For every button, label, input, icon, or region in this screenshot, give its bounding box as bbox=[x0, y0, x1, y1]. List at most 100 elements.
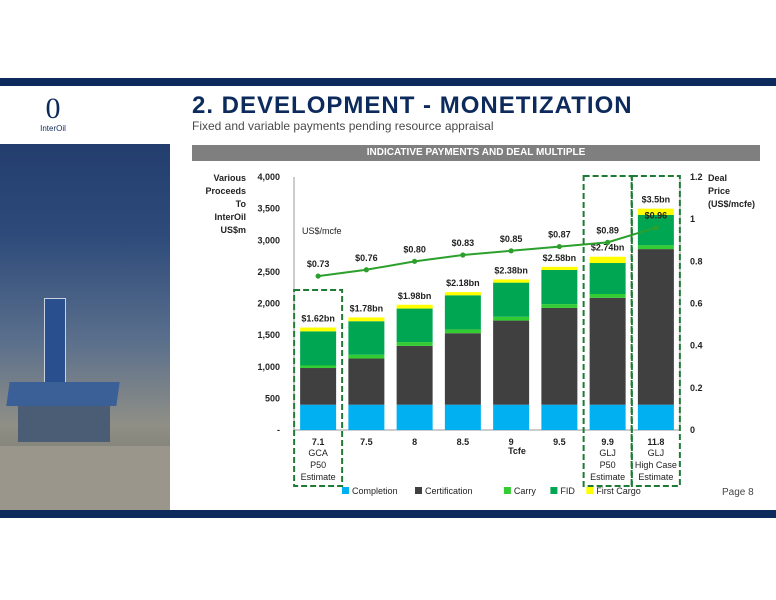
x-tick-sublabel: GCA bbox=[308, 448, 328, 458]
deal-price-point bbox=[460, 252, 466, 258]
left-tick-label: 4,000 bbox=[257, 172, 280, 182]
x-tick-label: 11.8 bbox=[647, 437, 664, 447]
bar-total-label: $1.78bn bbox=[350, 303, 384, 313]
bar-segment-fid bbox=[541, 269, 578, 305]
x-tick-sublabel: P50 bbox=[310, 460, 326, 470]
deal-price-label: $0.73 bbox=[307, 259, 330, 269]
bar-segment-carry bbox=[300, 365, 337, 369]
bar-segment-completion bbox=[637, 404, 674, 430]
deal-price-point bbox=[508, 248, 514, 254]
bar-segment-completion bbox=[444, 404, 481, 430]
x-tick-label: 7.5 bbox=[360, 437, 373, 447]
deal-price-point bbox=[556, 243, 562, 250]
left-tick-label: 500 bbox=[265, 393, 280, 403]
bar-segment-first-cargo bbox=[444, 292, 481, 296]
bar-segment-fid bbox=[589, 263, 626, 295]
price-series-label: US$/mcfe bbox=[302, 226, 342, 236]
bar-segment-completion bbox=[300, 404, 337, 430]
legend-swatch-carry bbox=[503, 487, 511, 494]
deal-price-label: $0.80 bbox=[403, 244, 426, 254]
stacked-bar-chart: - 500 1,000 1,500 2,000 2,500 3,000 3,500 4,000 0… bbox=[257, 172, 703, 496]
bar-segment-certification bbox=[589, 297, 626, 405]
bar-segment-carry bbox=[444, 329, 481, 334]
bar-total-label: $2.58bn bbox=[543, 253, 577, 263]
x-tick-label: 7.1 bbox=[312, 437, 325, 447]
bar-segment-first-cargo bbox=[493, 279, 530, 283]
bar-segment-fid bbox=[396, 308, 433, 343]
x-tick-label: 8.5 bbox=[457, 437, 470, 447]
left-tick-label: 1,000 bbox=[257, 362, 280, 372]
bar-segment-fid bbox=[300, 331, 337, 366]
bar-segment-certification bbox=[348, 358, 385, 405]
bar-segment-first-cargo bbox=[396, 304, 433, 309]
bar-segment-first-cargo bbox=[589, 256, 626, 264]
bar-segment-certification bbox=[396, 345, 433, 405]
right-tick-label: 0.8 bbox=[690, 256, 703, 266]
bar-segment-carry bbox=[493, 316, 530, 321]
x-tick-sublabel: Estimate bbox=[301, 472, 336, 482]
left-tick-label: 3,500 bbox=[257, 204, 280, 214]
page-number: Page 8 bbox=[722, 487, 754, 498]
right-tick-label: 1.2 bbox=[690, 172, 703, 182]
bar-segment-fid bbox=[348, 321, 385, 355]
bar-segment-certification bbox=[637, 249, 674, 405]
x-tick-sublabel: P50 bbox=[600, 460, 616, 470]
legend-swatch-fid bbox=[550, 487, 558, 494]
x-tick-sublabel: GLJ bbox=[599, 448, 616, 458]
x-tick-label: 9.9 bbox=[601, 437, 614, 447]
bar-segment-fid bbox=[444, 295, 481, 330]
left-tick-label: - bbox=[277, 425, 280, 435]
bar-segment-carry bbox=[541, 304, 578, 308]
legend-swatch-certification bbox=[415, 487, 422, 494]
legend-label-fid: FID bbox=[560, 486, 575, 496]
bar-total-label: $2.18bn bbox=[446, 278, 480, 288]
deal-price-label: $0.83 bbox=[452, 238, 475, 248]
deal-price-label: $0.85 bbox=[500, 234, 523, 244]
right-tick-label: 0 bbox=[690, 425, 695, 435]
x-tick-label: 8 bbox=[412, 437, 417, 447]
deal-price-point bbox=[605, 239, 611, 245]
bar-segment-completion bbox=[541, 404, 578, 430]
x-tick-sublabel: GLJ bbox=[648, 448, 665, 458]
bar-total-label: $3.5bn bbox=[642, 195, 671, 205]
deal-price-point bbox=[412, 258, 418, 264]
bar-segment-carry bbox=[348, 354, 385, 359]
bar-segment-certification bbox=[444, 333, 481, 405]
x-tick-sublabel: High Case bbox=[635, 460, 677, 470]
deal-price-label: $0.96 bbox=[645, 211, 668, 221]
x-tick-label: 9.5 bbox=[553, 437, 566, 447]
legend-swatch-completion bbox=[342, 487, 349, 494]
bar-segment-completion bbox=[493, 404, 530, 430]
bar-segment-carry bbox=[396, 342, 433, 346]
deal-price-label: $0.76 bbox=[355, 253, 378, 263]
bar-segment-completion bbox=[396, 404, 433, 430]
bar-segment-certification bbox=[541, 307, 578, 405]
bar-segment-first-cargo bbox=[348, 317, 385, 322]
right-tick-label: 0.6 bbox=[690, 299, 703, 309]
deal-price-point bbox=[315, 273, 321, 279]
right-tick-label: 0.4 bbox=[690, 341, 703, 351]
bar-segment-carry bbox=[589, 294, 626, 298]
legend-label-completion: Completion bbox=[352, 486, 398, 496]
bar-segment-fid bbox=[493, 282, 530, 317]
deal-price-point bbox=[363, 267, 369, 273]
legend-label-certification: Certification bbox=[425, 486, 473, 496]
legend-swatch-first-cargo bbox=[586, 487, 594, 494]
right-tick-label: 1 bbox=[690, 214, 695, 224]
deal-price-label: $0.87 bbox=[548, 230, 571, 240]
deal-price-point bbox=[653, 225, 659, 231]
right-tick-label: 0.2 bbox=[690, 383, 703, 393]
legend-label-first-cargo: First Cargo bbox=[596, 486, 641, 496]
deal-price-label: $0.89 bbox=[596, 225, 619, 235]
bar-total-label: $2.38bn bbox=[494, 265, 528, 275]
bar-segment-completion bbox=[348, 404, 385, 430]
bar-segment-first-cargo bbox=[541, 266, 578, 270]
bar-total-label: $1.98bn bbox=[398, 291, 432, 301]
x-tick-sublabel: Estimate bbox=[638, 472, 673, 482]
left-tick-label: 2,500 bbox=[257, 267, 280, 277]
legend-label-carry: Carry bbox=[514, 486, 536, 496]
bar-segment-certification bbox=[493, 320, 530, 405]
left-tick-label: 3,000 bbox=[257, 235, 280, 245]
x-tick-sublabel: Estimate bbox=[590, 472, 625, 482]
x-axis-title: Tcfe bbox=[508, 446, 526, 456]
